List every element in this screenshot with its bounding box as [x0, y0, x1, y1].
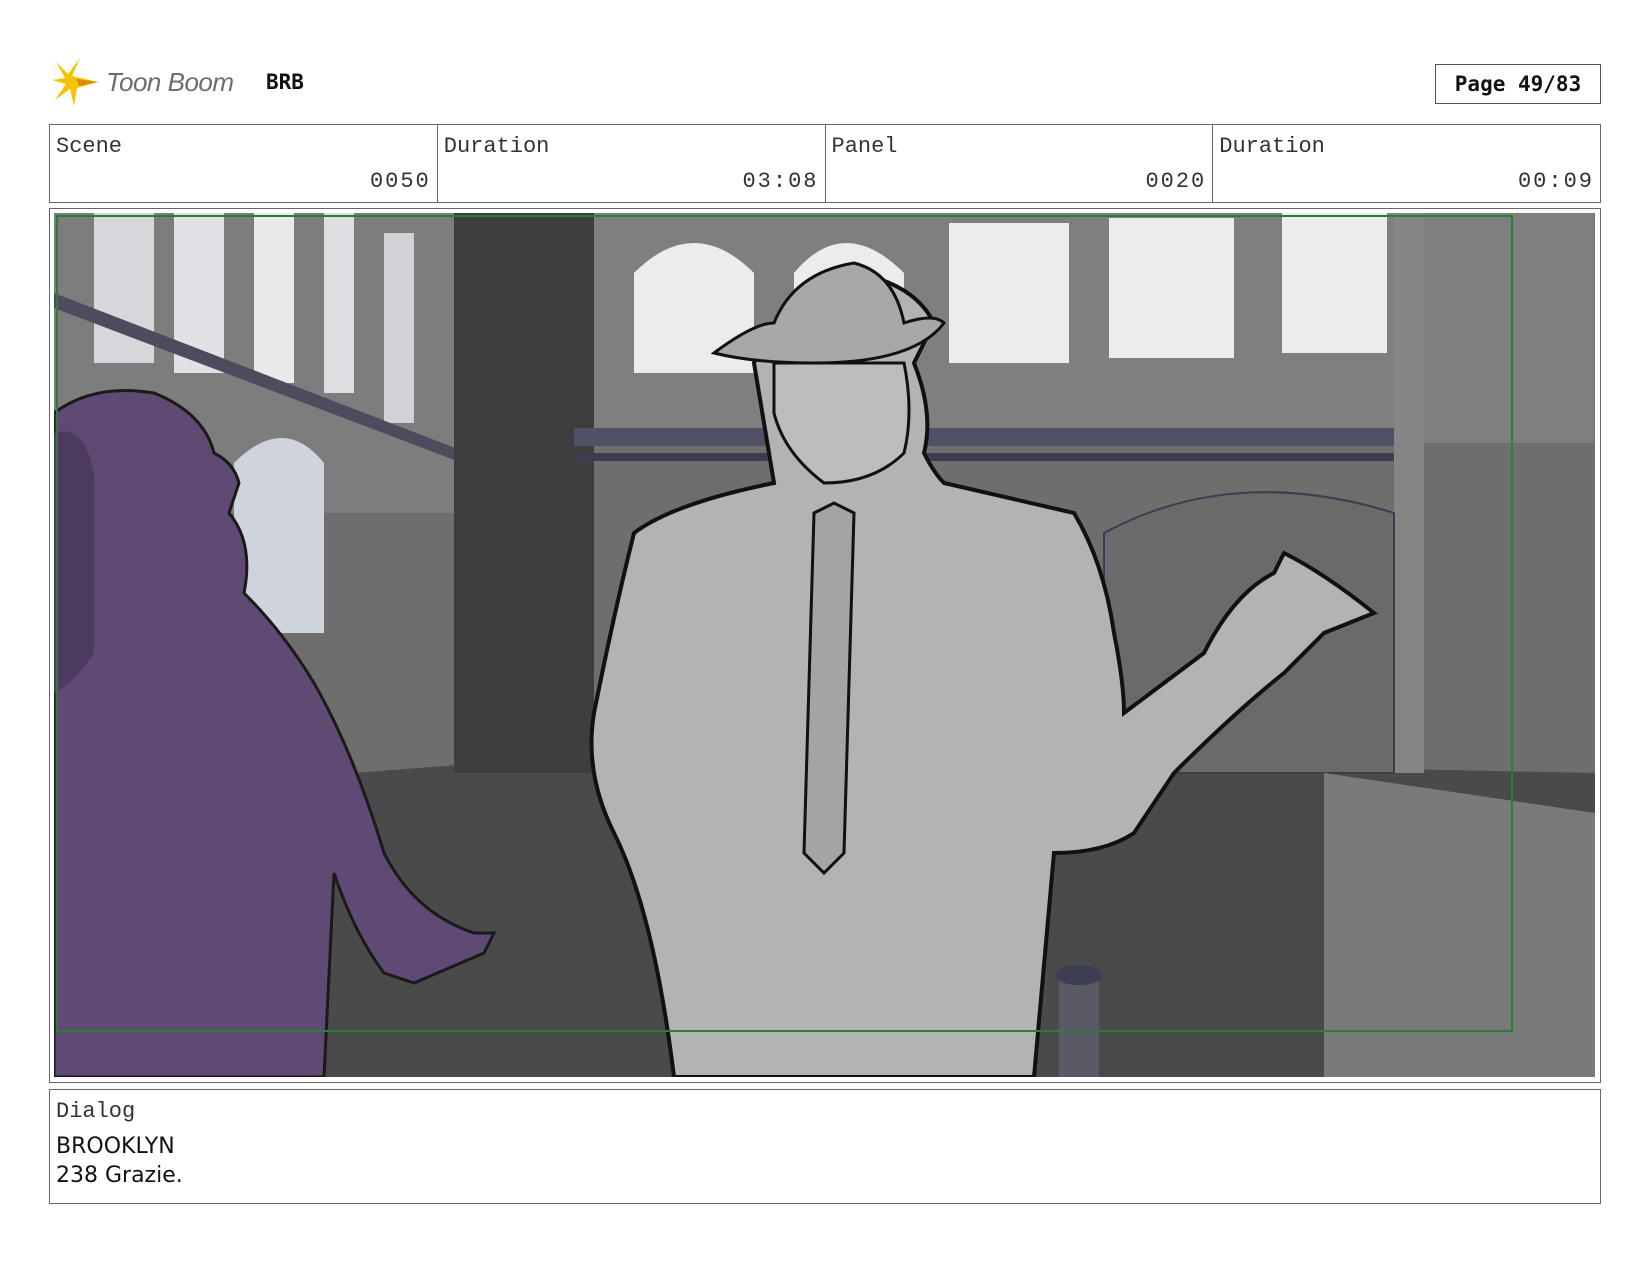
panel-duration-label: Duration [1219, 134, 1325, 159]
project-title: BRB [266, 70, 304, 94]
brand-name: Toon Boom [106, 66, 234, 97]
panel-duration-cell: Duration 00:09 [1213, 125, 1600, 202]
scene-value: 0050 [369, 169, 431, 194]
panel-label: Panel [831, 134, 898, 159]
scene-label: Scene [56, 134, 123, 159]
panel-duration-value: 00:09 [1517, 169, 1594, 194]
dialog-label: Dialog [56, 1099, 136, 1124]
starburst-icon [52, 58, 98, 106]
scene-cell: Scene 0050 [50, 125, 438, 202]
dialog-character: BROOKLYN [56, 1134, 175, 1159]
dialog-line: 238 Grazie. [56, 1163, 183, 1188]
scene-duration-cell: Duration 03:08 [438, 125, 826, 202]
dialog-box: Dialog BROOKLYN 238 Grazie. [49, 1089, 1601, 1204]
page-indicator: Page 49/83 [1435, 64, 1601, 104]
panel-cell: Panel 0020 [826, 125, 1214, 202]
scene-info-table: Scene 0050 Duration 03:08 Panel 0020 Dur… [49, 124, 1601, 203]
storyboard-panel [49, 208, 1601, 1083]
scene-duration-value: 03:08 [742, 169, 819, 194]
scene-duration-label: Duration [443, 134, 550, 159]
panel-value: 0020 [1145, 169, 1207, 194]
toon-boom-logo: Toon Boom [52, 56, 234, 108]
panel-drawing [54, 213, 1595, 1077]
